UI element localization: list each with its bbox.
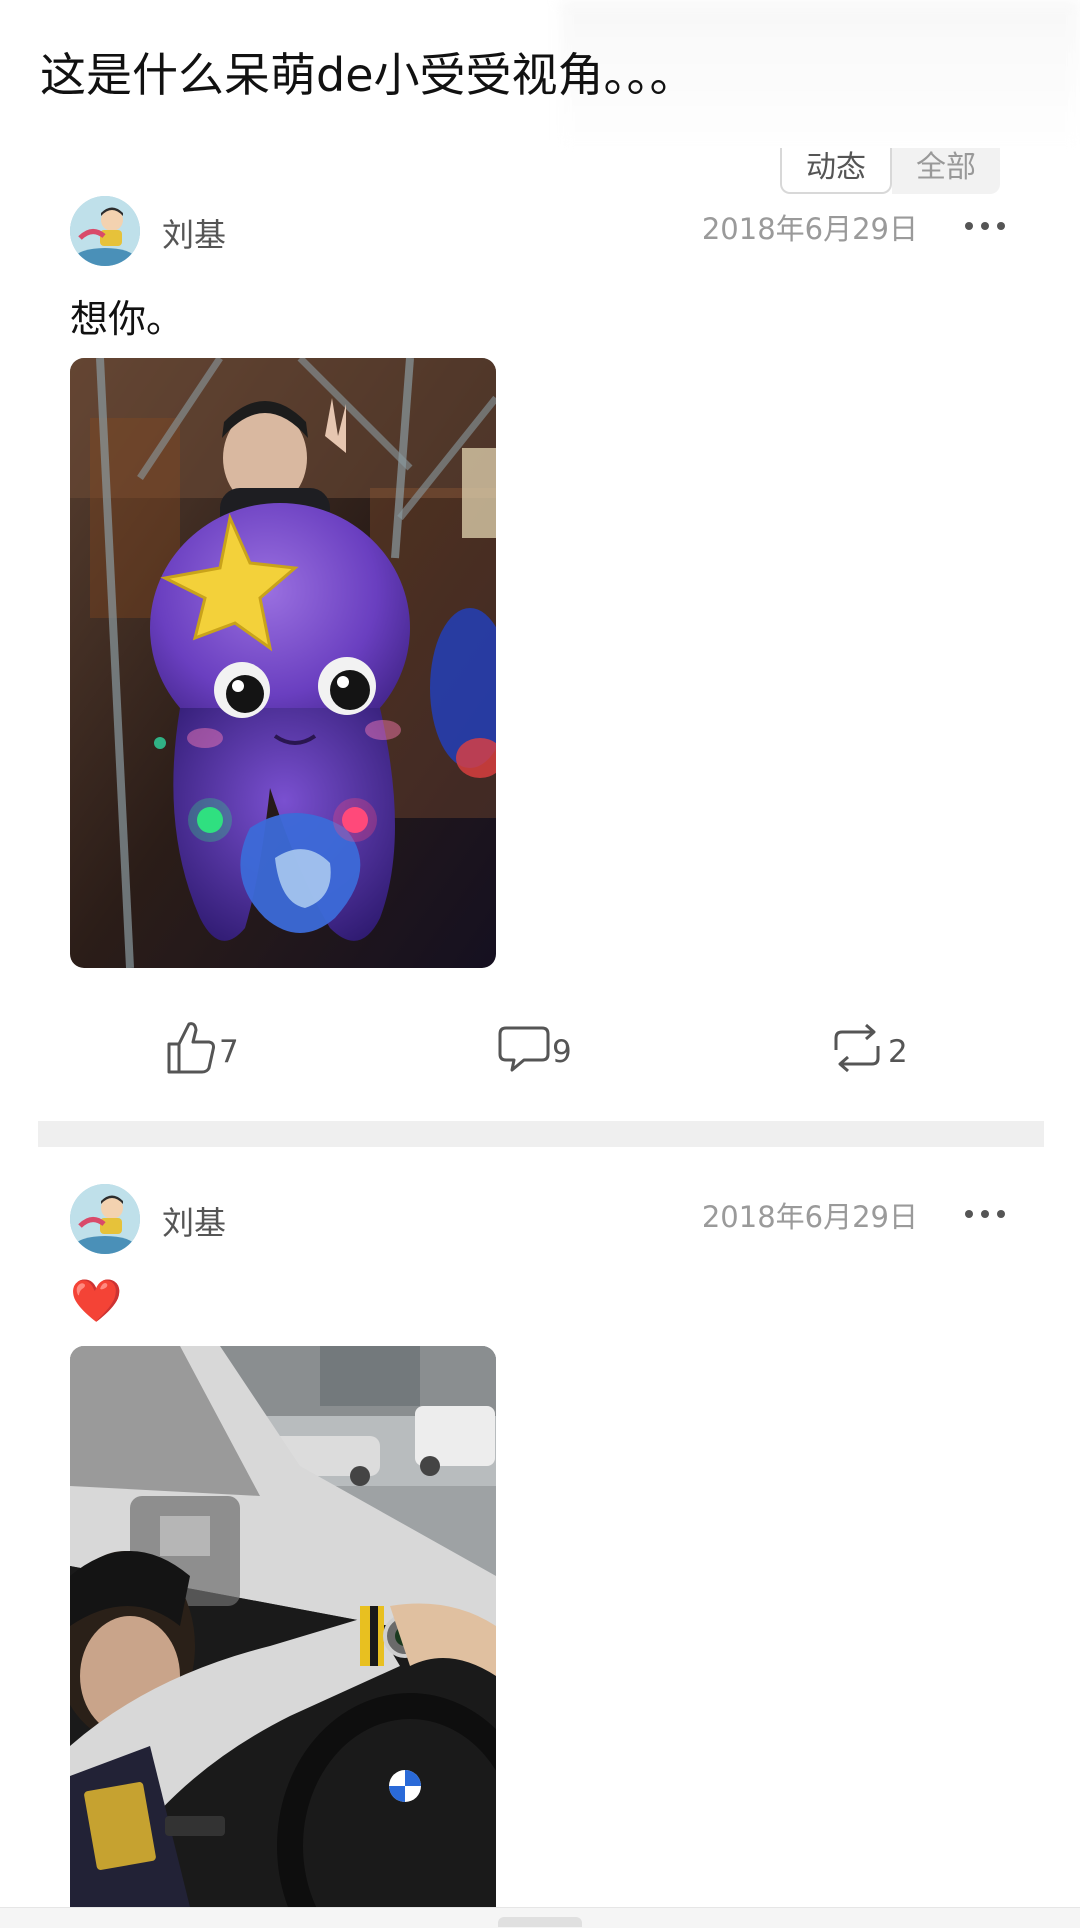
meme-caption: 这是什么呆萌de小受受视角。。。	[40, 48, 696, 102]
post-header: 刘基 2018年6月29日	[70, 196, 1010, 268]
comment-bubble-icon	[498, 1022, 550, 1082]
repost-button[interactable]: 2	[828, 1022, 908, 1082]
tab-all[interactable]: 全部	[892, 148, 1000, 194]
username[interactable]: 刘基	[162, 1198, 226, 1244]
more-dots-icon[interactable]	[960, 1204, 1010, 1224]
thumbs-up-icon	[165, 1020, 217, 1084]
bottom-handle[interactable]	[498, 1917, 582, 1927]
post-photo[interactable]	[70, 1346, 496, 1907]
repost-count: 2	[888, 1034, 908, 1070]
avatar[interactable]	[70, 1184, 140, 1254]
like-count: 7	[219, 1034, 239, 1070]
octopus-photo-illustration	[70, 358, 496, 968]
comment-button[interactable]: 9	[498, 1022, 572, 1082]
more-dots-icon[interactable]	[960, 216, 1010, 236]
heart-emoji: ❤️	[70, 1276, 123, 1325]
post-date: 2018年6月29日	[701, 1200, 918, 1234]
post-header: 刘基 2018年6月29日	[70, 1184, 1010, 1256]
feed-tab-switch[interactable]: 动态 全部	[780, 148, 1000, 194]
avatar[interactable]	[70, 196, 140, 266]
comment-count: 9	[552, 1034, 572, 1070]
post-divider	[38, 1121, 1044, 1147]
post-photo[interactable]	[70, 358, 496, 968]
car-photo-illustration	[70, 1346, 496, 1907]
post-actions: 7 9 2	[0, 1022, 1080, 1082]
post-date: 2018年6月29日	[701, 212, 918, 246]
repost-arrows-icon	[828, 1022, 886, 1082]
like-button[interactable]: 7	[165, 1022, 239, 1082]
tab-dynamic[interactable]: 动态	[780, 148, 892, 194]
post-text: 想你。	[70, 297, 185, 341]
username[interactable]: 刘基	[162, 210, 226, 256]
